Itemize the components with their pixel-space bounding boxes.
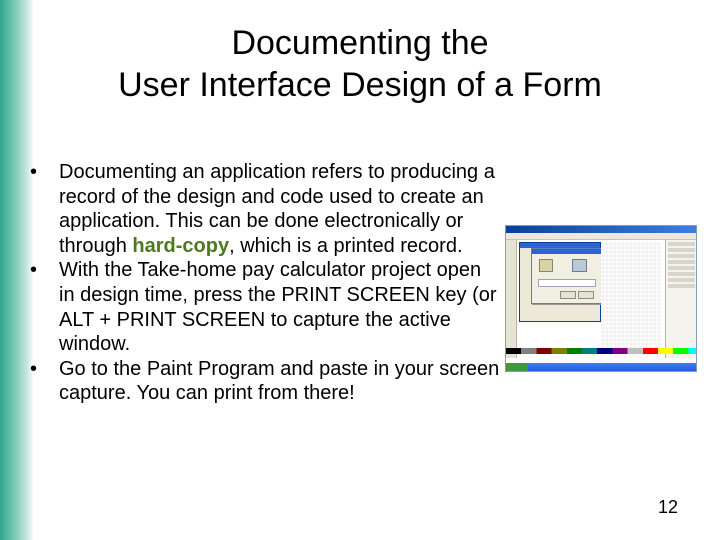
- dialog-cancel-button: [578, 291, 594, 299]
- bullet-1-text-end: , which is a printed record.: [229, 234, 463, 257]
- toolbox-panel: [506, 240, 517, 358]
- taskbar: [506, 363, 696, 371]
- bullet-item-1: • Documenting an application refers to p…: [30, 160, 500, 258]
- title-line-2: User Interface Design of a Form: [118, 66, 602, 104]
- screen-capture-thumbnail: [505, 225, 697, 372]
- bullet-2-text: With the Take-home pay calculator projec…: [59, 259, 497, 356]
- form-designer: [517, 240, 664, 358]
- print-dialog: [531, 248, 603, 304]
- bullet-icon: •: [30, 161, 38, 183]
- window-titlebar: [506, 226, 696, 233]
- title-line-1: Documenting the: [231, 24, 489, 62]
- bullet-icon: •: [30, 357, 38, 380]
- bullet-list: • Documenting an application refers to p…: [30, 160, 500, 406]
- design-grid: [601, 242, 661, 354]
- folder-icon: [539, 259, 553, 272]
- dialog-field: [538, 279, 596, 287]
- color-palette: [506, 348, 696, 354]
- bullet-item-2: • With the Take-home pay calculator proj…: [30, 258, 500, 356]
- left-accent-band: [0, 0, 34, 540]
- dialog-ok-button: [560, 291, 576, 299]
- page-number: 12: [657, 497, 678, 517]
- hard-copy-highlight: hard-copy: [132, 234, 230, 257]
- window-menubar: [506, 233, 696, 240]
- slide-title: Documenting the User Interface Design of…: [40, 22, 680, 106]
- start-button: [506, 363, 528, 371]
- properties-panel: [665, 240, 696, 358]
- bullet-3-text: Go to the Paint Program and paste in you…: [59, 357, 500, 405]
- bullet-icon: •: [30, 259, 38, 282]
- printer-icon: [572, 259, 587, 272]
- bullet-item-3: • Go to the Paint Program and paste in y…: [30, 357, 500, 406]
